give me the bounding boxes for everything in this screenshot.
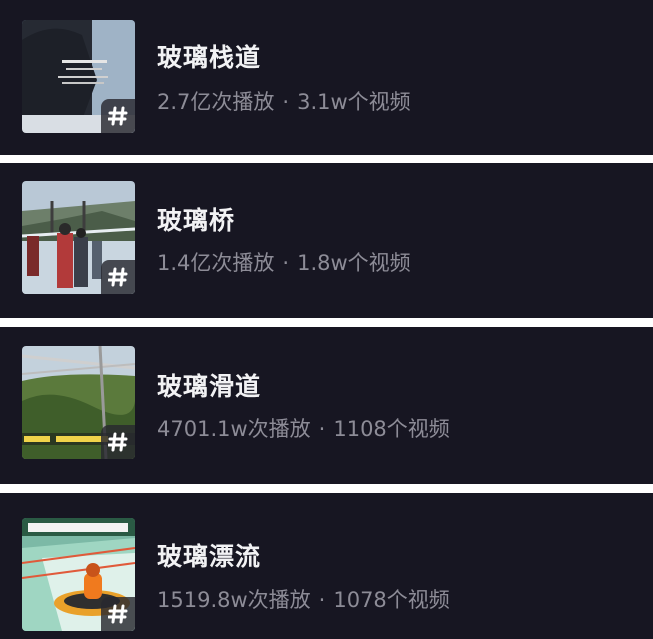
- topic-card-glass-rafting[interactable]: 玻璃漂流 1519.8w次播放 · 1078个视频: [0, 493, 653, 639]
- topic-thumbnail: [22, 181, 135, 294]
- play-count: 4701.1w次播放: [157, 417, 311, 441]
- topic-thumbnail: [22, 346, 135, 459]
- topic-title: 玻璃桥: [157, 206, 236, 235]
- topic-stats: 1.4亿次播放 · 1.8w个视频: [157, 247, 411, 277]
- play-count: 1519.8w次播放: [157, 588, 311, 612]
- play-count: 2.7亿次播放: [157, 90, 275, 114]
- hashtag-icon: [101, 99, 135, 133]
- topic-card-glass-slide[interactable]: 玻璃滑道 4701.1w次播放 · 1108个视频: [0, 327, 653, 484]
- hashtag-icon: [101, 260, 135, 294]
- topic-stats: 1519.8w次播放 · 1078个视频: [157, 584, 450, 614]
- topic-card-glass-bridge[interactable]: 玻璃桥 1.4亿次播放 · 1.8w个视频: [0, 163, 653, 318]
- stats-separator: ·: [282, 90, 290, 114]
- stats-separator: ·: [318, 417, 326, 441]
- video-count: 3.1w个视频: [297, 90, 411, 114]
- video-count: 1078个视频: [333, 588, 450, 612]
- topic-stats: 2.7亿次播放 · 3.1w个视频: [157, 86, 411, 116]
- video-count: 1.8w个视频: [297, 251, 411, 275]
- topic-stats: 4701.1w次播放 · 1108个视频: [157, 413, 450, 443]
- play-count: 1.4亿次播放: [157, 251, 275, 275]
- topic-thumbnail: [22, 518, 135, 631]
- stats-separator: ·: [318, 588, 326, 612]
- topic-title: 玻璃栈道: [157, 43, 262, 72]
- topic-thumbnail: [22, 20, 135, 133]
- topic-title: 玻璃漂流: [157, 542, 262, 571]
- topic-title: 玻璃滑道: [157, 372, 262, 401]
- topic-card-glass-walkway[interactable]: 玻璃栈道 2.7亿次播放 · 3.1w个视频: [0, 0, 653, 155]
- video-count: 1108个视频: [333, 417, 450, 441]
- hashtag-icon: [101, 597, 135, 631]
- stats-separator: ·: [282, 251, 290, 275]
- hashtag-icon: [101, 425, 135, 459]
- topic-list: 玻璃栈道 2.7亿次播放 · 3.1w个视频 玻璃桥 1.4亿次播放 · 1.8…: [0, 0, 653, 639]
